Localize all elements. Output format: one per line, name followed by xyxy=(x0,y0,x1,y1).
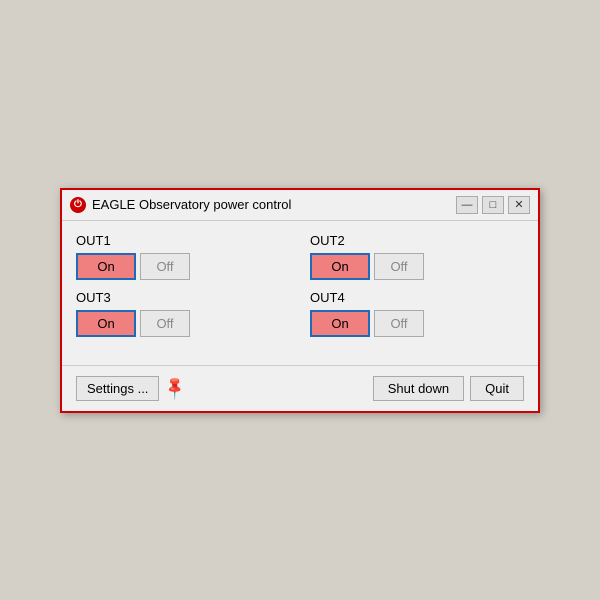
title-bar-left: ⏻ EAGLE Observatory power control xyxy=(70,197,291,213)
out4-label: OUT4 xyxy=(310,290,524,305)
title-bar: ⏻ EAGLE Observatory power control — □ ✕ xyxy=(62,190,538,221)
maximize-button[interactable]: □ xyxy=(482,196,504,214)
window-controls: — □ ✕ xyxy=(456,196,530,214)
output-row-1: OUT1 On Off OUT2 On Off xyxy=(76,233,524,280)
out2-button-row: On Off xyxy=(310,253,524,280)
out1-off-button[interactable]: Off xyxy=(140,253,190,280)
minimize-button[interactable]: — xyxy=(456,196,478,214)
footer: Settings ... 📌 Shut down Quit xyxy=(62,365,538,411)
out2-on-button[interactable]: On xyxy=(310,253,370,280)
shutdown-button[interactable]: Shut down xyxy=(373,376,464,401)
footer-left: Settings ... 📌 xyxy=(76,376,185,401)
out3-button-row: On Off xyxy=(76,310,290,337)
out2-off-button[interactable]: Off xyxy=(374,253,424,280)
out3-on-button[interactable]: On xyxy=(76,310,136,337)
output-group-out3: OUT3 On Off xyxy=(76,290,290,337)
settings-button[interactable]: Settings ... xyxy=(76,376,159,401)
window-title: EAGLE Observatory power control xyxy=(92,197,291,212)
pin-icon[interactable]: 📌 xyxy=(161,374,189,402)
out1-on-button[interactable]: On xyxy=(76,253,136,280)
footer-right: Shut down Quit xyxy=(373,376,524,401)
app-icon: ⏻ xyxy=(70,197,86,213)
output-group-out2: OUT2 On Off xyxy=(310,233,524,280)
out1-label: OUT1 xyxy=(76,233,290,248)
output-row-2: OUT3 On Off OUT4 On Off xyxy=(76,290,524,337)
content-area: OUT1 On Off OUT2 On Off OUT3 On Off xyxy=(62,221,538,359)
out3-label: OUT3 xyxy=(76,290,290,305)
output-group-out1: OUT1 On Off xyxy=(76,233,290,280)
out4-on-button[interactable]: On xyxy=(310,310,370,337)
out4-off-button[interactable]: Off xyxy=(374,310,424,337)
close-button[interactable]: ✕ xyxy=(508,196,530,214)
out1-button-row: On Off xyxy=(76,253,290,280)
quit-button[interactable]: Quit xyxy=(470,376,524,401)
out4-button-row: On Off xyxy=(310,310,524,337)
main-window: ⏻ EAGLE Observatory power control — □ ✕ … xyxy=(60,188,540,413)
out2-label: OUT2 xyxy=(310,233,524,248)
output-group-out4: OUT4 On Off xyxy=(310,290,524,337)
out3-off-button[interactable]: Off xyxy=(140,310,190,337)
